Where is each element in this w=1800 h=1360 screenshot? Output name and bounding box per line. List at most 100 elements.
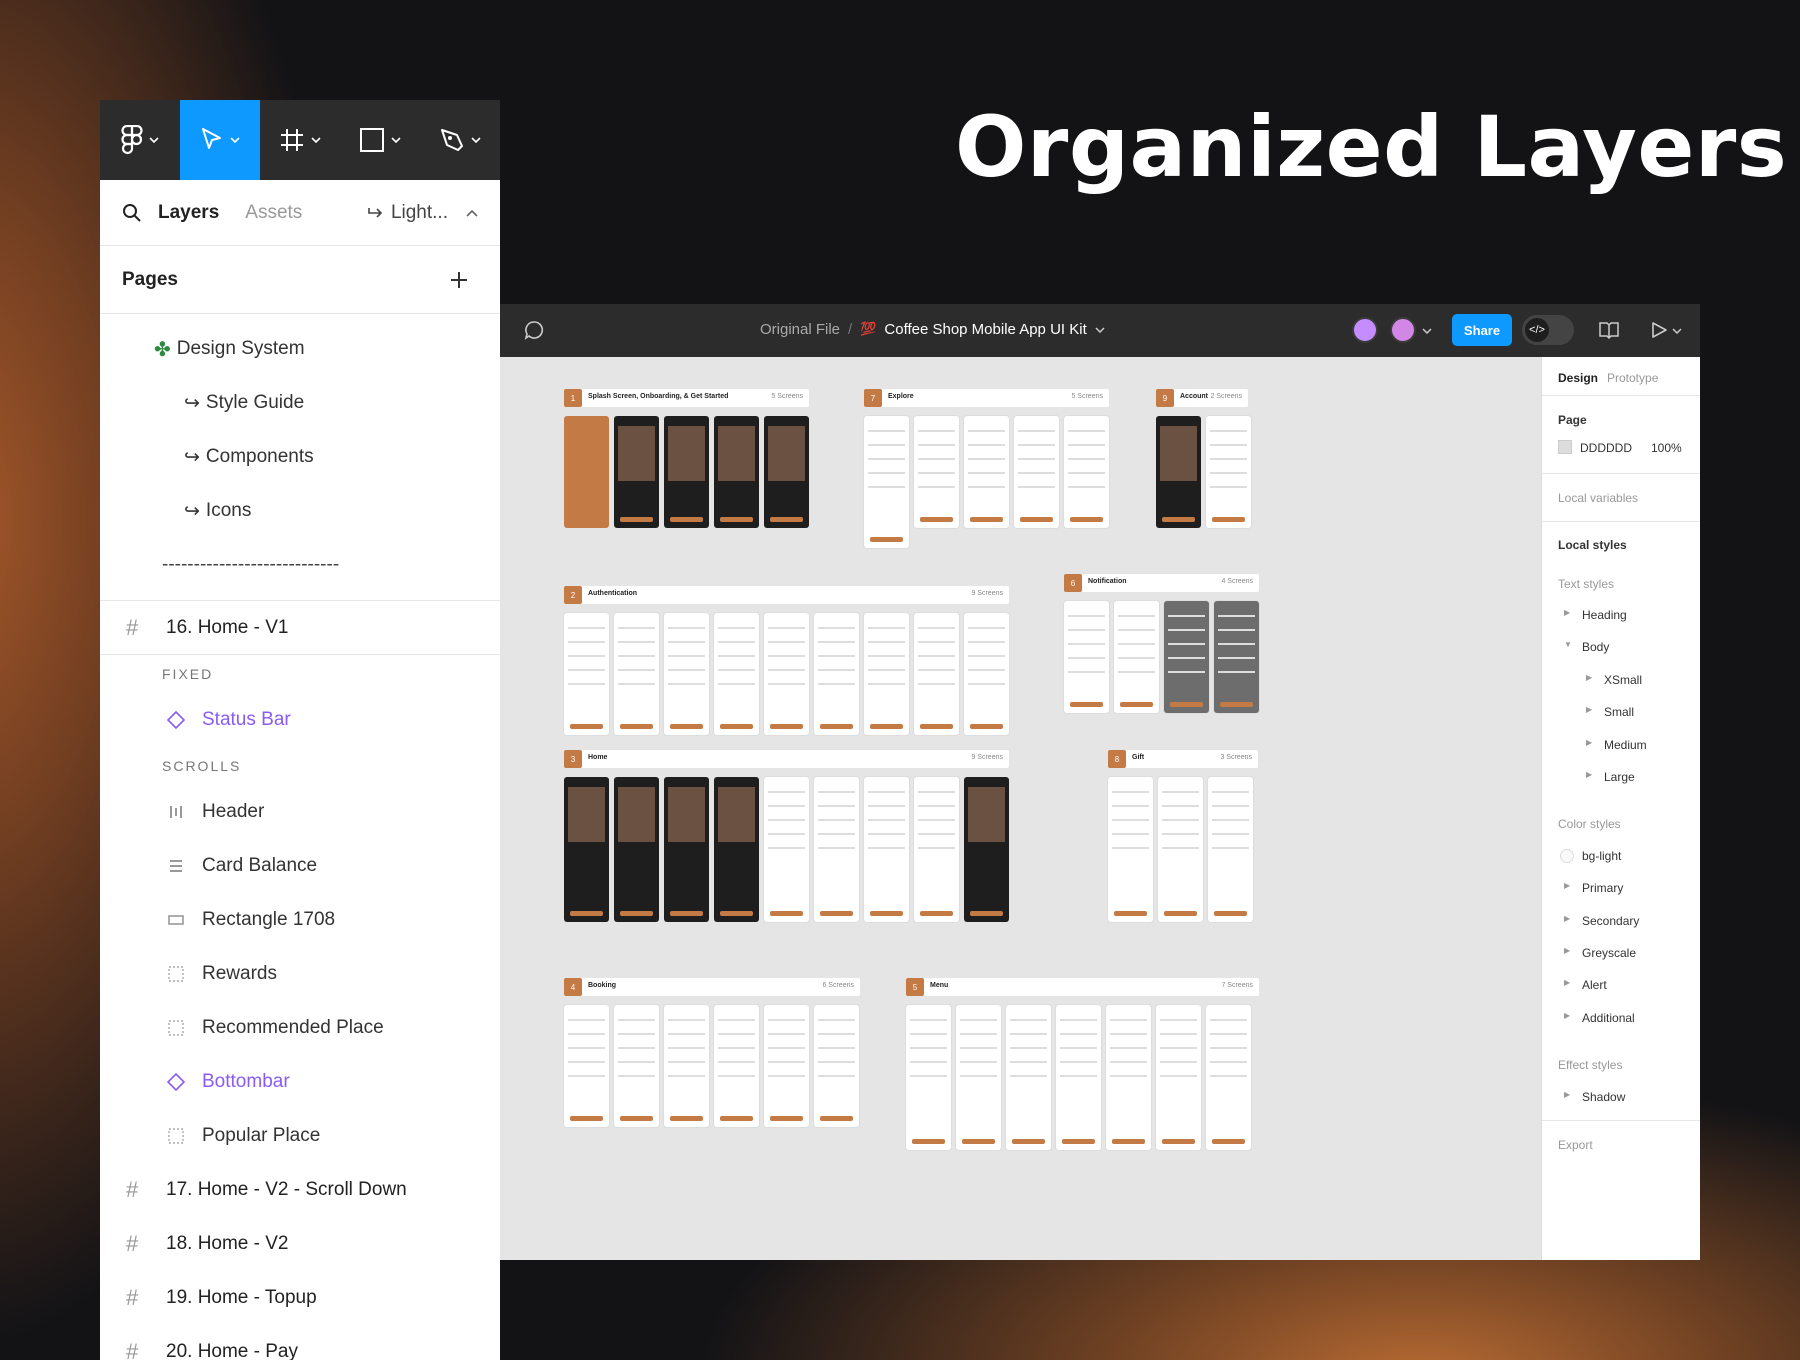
effect-style-shadow[interactable]: Shadow	[1582, 1090, 1625, 1104]
layer-item-popular-place[interactable]: Popular Place	[100, 1109, 500, 1163]
style-item-medium[interactable]: Medium	[1604, 738, 1647, 752]
screen-thumbnail[interactable]: 45. Ex...	[1064, 416, 1109, 528]
style-item-xsmall[interactable]: XSmall	[1604, 673, 1642, 687]
screen-thumbnail[interactable]: 37. N...	[1064, 601, 1109, 713]
screen-thumbnail[interactable]: 12. Re...	[864, 613, 909, 735]
screen-thumbnail[interactable]: 6. Login	[564, 613, 609, 735]
screen-thumbnail[interactable]: 13. Fo...	[914, 613, 959, 735]
screen-thumbnail[interactable]: 18. Ho...	[714, 777, 759, 922]
screen-thumbnail[interactable]: 4. Get...	[714, 416, 759, 528]
page-color-value[interactable]: DDDDDD	[1580, 441, 1632, 455]
screen-thumbnail[interactable]: 23. H...	[964, 777, 1009, 922]
screen-thumbnail[interactable]: 40. N...	[1214, 601, 1259, 713]
screen-thumbnail[interactable]: 44. E...	[1014, 416, 1059, 528]
move-tool-button[interactable]	[180, 100, 260, 180]
frame-layer-home-v1[interactable]: # 16. Home - V1	[100, 601, 500, 655]
plus-icon[interactable]	[450, 271, 468, 289]
screen-thumbnail[interactable]: 17. Ho...	[664, 777, 709, 922]
screen-thumbnail[interactable]: 20. H...	[814, 777, 859, 922]
present-play-icon[interactable]	[1650, 321, 1668, 339]
color-style-bg-light[interactable]: bg-light	[1582, 849, 1621, 863]
screen-thumbnail[interactable]: 33. Or...	[1056, 1005, 1101, 1150]
chevron-down-icon[interactable]	[1095, 327, 1105, 333]
page-switcher[interactable]: Light...	[367, 202, 478, 224]
screen-thumbnail[interactable]: 30. D...	[906, 1005, 951, 1150]
page-color-swatch[interactable]	[1558, 440, 1572, 454]
comment-icon[interactable]	[524, 320, 544, 340]
style-item-small[interactable]: Small	[1604, 705, 1634, 719]
screen-thumbnail[interactable]: 9. Re...	[714, 613, 759, 735]
share-button[interactable]: Share	[1452, 314, 1512, 346]
figma-menu-button[interactable]	[100, 100, 180, 180]
layer-item-status-bar[interactable]: Status Bar	[100, 693, 500, 747]
style-item-heading[interactable]: Heading	[1582, 608, 1627, 622]
screen-thumbnail[interactable]: 26. B...	[664, 1005, 709, 1127]
page-item-icons[interactable]: ↪ Icons	[100, 484, 500, 538]
screen-thumbnail[interactable]: 35. C...	[1156, 1005, 1201, 1150]
screen-thumbnail[interactable]: 34. Or...	[1106, 1005, 1151, 1150]
screen-thumbnail[interactable]: 42. Ex...	[914, 416, 959, 528]
layer-item-rewards[interactable]: Rewards	[100, 947, 500, 1001]
chevron-down-icon[interactable]	[1672, 328, 1682, 334]
page-opacity-value[interactable]: 100%	[1651, 441, 1682, 455]
style-item-body[interactable]: Body	[1582, 640, 1609, 654]
color-style-primary[interactable]: Primary	[1582, 881, 1623, 895]
color-style-greyscale[interactable]: Greyscale	[1582, 946, 1636, 960]
color-style-additional[interactable]: Additional	[1582, 1011, 1635, 1025]
page-item-design-system[interactable]: ✤ Design System	[100, 322, 500, 376]
screen-thumbnail[interactable]: 5. Get...	[764, 416, 809, 528]
layer-item-bottombar[interactable]: Bottombar	[100, 1055, 500, 1109]
screen-thumbnail[interactable]: 38. N...	[1114, 601, 1159, 713]
avatar[interactable]	[1352, 317, 1378, 343]
frame-tool-button[interactable]	[260, 100, 340, 180]
search-icon[interactable]	[122, 203, 142, 223]
screen-thumbnail[interactable]: 43. Ex...	[964, 416, 1009, 528]
tab-layers[interactable]: Layers	[158, 202, 219, 224]
screen-thumbnail[interactable]: 8. Re...	[664, 613, 709, 735]
design-canvas[interactable]: 1 Splash Screen, Onboarding, & Get Starte…	[500, 357, 1541, 1260]
screen-thumbnail[interactable]: 31. De...	[956, 1005, 1001, 1150]
frame-layer-home-v2-scroll-down[interactable]: # 17. Home - V2 - Scroll Down	[100, 1163, 500, 1217]
original-file-link[interactable]: Original File	[760, 321, 840, 338]
page-item-style-guide[interactable]: ↪ Style Guide	[100, 376, 500, 430]
color-style-secondary[interactable]: Secondary	[1582, 914, 1639, 928]
screen-thumbnail[interactable]: 2. On...	[614, 416, 659, 528]
screen-thumbnail[interactable]: 10. Re...	[764, 613, 809, 735]
screen-thumbnail[interactable]: 24. D...	[564, 1005, 609, 1127]
layer-item-rectangle-1708[interactable]: Rectangle 1708	[100, 893, 500, 947]
avatar[interactable]	[1390, 317, 1416, 343]
library-book-icon[interactable]	[1598, 321, 1620, 339]
screen-thumbnail[interactable]: 39. N...	[1164, 601, 1209, 713]
local-variables-link[interactable]: Local variables	[1558, 491, 1638, 505]
dev-mode-toggle[interactable]: </>	[1522, 315, 1574, 345]
color-style-alert[interactable]: Alert	[1582, 978, 1607, 992]
layer-item-card-balance[interactable]: Card Balance	[100, 839, 500, 893]
screen-thumbnail[interactable]: 47. Gift	[1158, 777, 1203, 922]
layer-item-header[interactable]: Header	[100, 785, 500, 839]
tab-design[interactable]: Design	[1558, 371, 1598, 385]
screen-thumbnail[interactable]: 50. A...	[1206, 416, 1251, 528]
page-item-components[interactable]: ↪ Components	[100, 430, 500, 484]
export-title[interactable]: Export	[1558, 1138, 1593, 1152]
screen-thumbnail[interactable]: 25. B...	[614, 1005, 659, 1127]
file-name[interactable]: Coffee Shop Mobile App UI Kit	[884, 321, 1086, 338]
screen-thumbnail[interactable]: 29. D...	[814, 1005, 859, 1127]
screen-thumbnail[interactable]: 16. H...	[614, 777, 659, 922]
screen-thumbnail[interactable]: 15. Ho...	[564, 777, 609, 922]
screen-thumbnail[interactable]: 46. Gi...	[1108, 777, 1153, 922]
screen-thumbnail[interactable]: 41. Ex...	[864, 416, 909, 548]
shape-tool-button[interactable]	[340, 100, 420, 180]
tab-prototype[interactable]: Prototype	[1607, 371, 1658, 385]
screen-thumbnail[interactable]: 22. H...	[914, 777, 959, 922]
frame-layer-home-v2[interactable]: # 18. Home - V2	[100, 1217, 500, 1271]
screen-thumbnail[interactable]: 11. Re...	[814, 613, 859, 735]
tab-assets[interactable]: Assets	[245, 202, 302, 224]
screen-thumbnail[interactable]: 36. Or...	[1206, 1005, 1251, 1150]
screen-thumbnail[interactable]: 27. B...	[714, 1005, 759, 1127]
style-item-large[interactable]: Large	[1604, 770, 1635, 784]
frame-layer-home-topup[interactable]: # 19. Home - Topup	[100, 1271, 500, 1325]
screen-thumbnail[interactable]: 32. Or...	[1006, 1005, 1051, 1150]
screen-thumbnail[interactable]: 19. H...	[764, 777, 809, 922]
layer-item-recommended-place[interactable]: Recommended Place	[100, 1001, 500, 1055]
pen-tool-button[interactable]	[420, 100, 500, 180]
